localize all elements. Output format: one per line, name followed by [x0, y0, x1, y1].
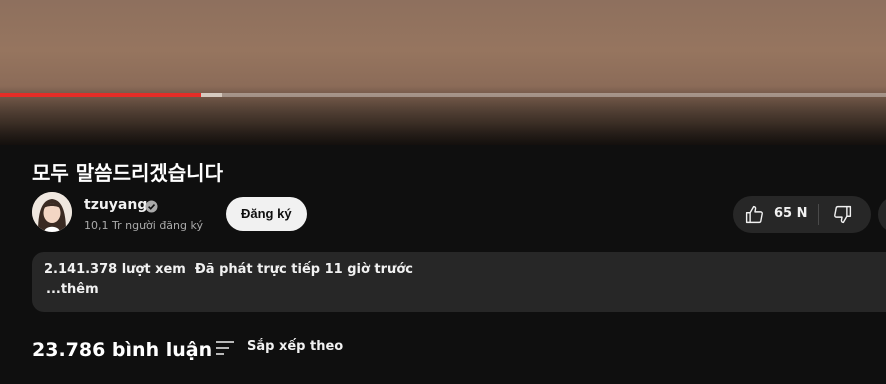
description-meta: 2.141.378 lượt xem Đã phát trực tiếp 11 … [44, 262, 413, 277]
sort-lines-icon [214, 337, 236, 359]
progress-bar[interactable] [0, 93, 886, 97]
video-player[interactable] [0, 0, 886, 145]
verified-check-icon [145, 198, 158, 213]
description-box[interactable]: 2.141.378 lượt xem Đã phát trực tiếp 11 … [32, 252, 886, 312]
video-title: 모두 말씀드리겠습니다 [32, 161, 223, 185]
channel-name[interactable]: tzuyang [84, 197, 147, 213]
like-count: 65 N [774, 206, 808, 221]
sort-label: Sắp xếp theo [247, 339, 344, 354]
avatar[interactable] [32, 192, 72, 232]
like-button[interactable]: 65 N [733, 196, 817, 233]
subscriber-count: 10,1 Tr người đăng ký [84, 219, 203, 232]
share-button[interactable] [878, 196, 886, 233]
thumbs-down-icon [832, 204, 853, 225]
thumbs-up-icon [744, 204, 765, 225]
comments-count: 23.786 bình luận [32, 339, 213, 361]
like-dislike-group: 65 N [733, 196, 871, 233]
progress-played [0, 93, 202, 97]
dislike-button[interactable] [819, 196, 871, 233]
description-more-link[interactable]: ...thêm [46, 282, 99, 297]
subscribe-button[interactable]: Đăng ký [226, 197, 307, 231]
